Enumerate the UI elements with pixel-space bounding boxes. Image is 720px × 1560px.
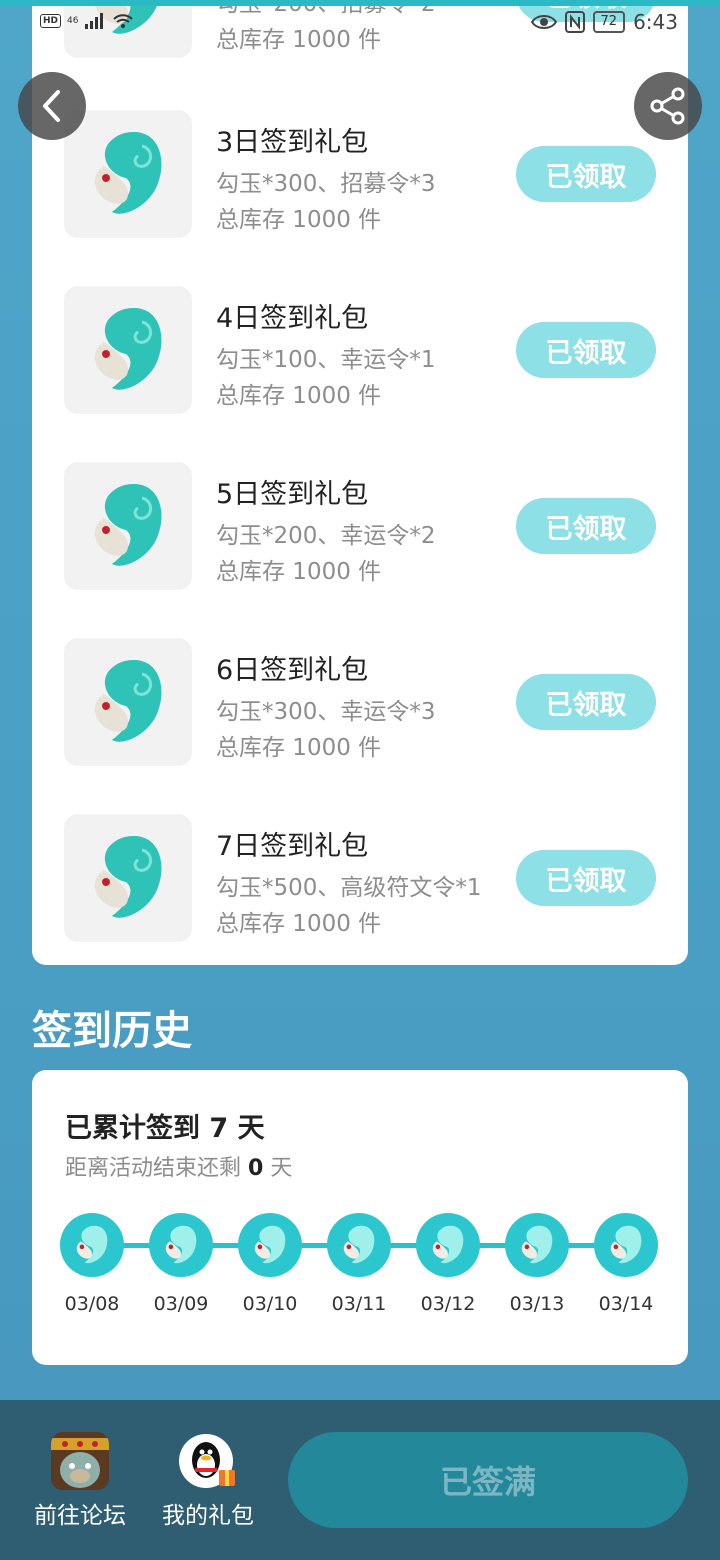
hd-badge: HD [40,14,62,28]
share-button[interactable] [634,72,702,140]
reward-stock: 总库存 1000 件 [216,735,382,761]
claimed-button[interactable]: 已领取 [516,322,656,378]
back-button[interactable] [18,72,86,140]
magatama-icon [64,286,192,414]
top-accent-strip [0,0,720,6]
section-title-history: 签到历史 [32,1008,192,1054]
reward-content: 勾玉*200、幸运令*2 [216,523,436,549]
reward-title: 5日签到礼包 [216,479,369,510]
reward-stock: 总库存 1000 件 [216,559,382,585]
timeline-day: 03/12 [416,1213,480,1315]
timeline-day: 03/14 [594,1213,658,1315]
clock: 6:43 [633,10,678,34]
remaining-days-text: 距离活动结束还剩 0 天 [65,1156,293,1181]
signed-coin-icon [327,1213,391,1277]
chevron-left-icon [43,90,60,122]
timeline-day: 03/11 [327,1213,391,1315]
magatama-icon [64,110,192,238]
reward-row-day6: 6日签到礼包 勾玉*300、幸运令*3 总库存 1000 件 已领取 [32,638,688,768]
share-icon [650,87,685,125]
timeline-day: 03/08 [60,1213,124,1315]
timeline-date: 03/08 [64,1293,120,1315]
signed-coin-icon [594,1213,658,1277]
timeline-day: 03/09 [149,1213,213,1315]
total-days: 7 [209,1113,229,1144]
wifi-icon [113,14,134,28]
claimed-button[interactable]: 已领取 [516,674,656,730]
claimed-button[interactable]: 已领取 [516,146,656,202]
timeline-date: 03/09 [153,1293,209,1315]
reward-title: 7日签到礼包 [216,831,369,862]
reward-list-card: 勾玉*200、招募令*2 总库存 1000 件 已领取 3日签到礼包 勾玉*30… [32,0,688,965]
timeline-date: 03/11 [331,1293,387,1315]
magatama-icon [64,462,192,590]
signed-coin-icon [149,1213,213,1277]
claimed-button[interactable]: 已领取 [516,850,656,906]
reward-stock: 总库存 1000 件 [216,207,382,233]
signal-icon [85,13,104,29]
reward-content: 勾玉*500、高级符文令*1 [216,875,482,901]
signed-coin-icon [505,1213,569,1277]
reward-row-day5: 5日签到礼包 勾玉*200、幸运令*2 总库存 1000 件 已领取 [32,462,688,592]
timeline-date: 03/12 [420,1293,476,1315]
eye-icon [530,15,557,29]
reward-row-day7: 7日签到礼包 勾玉*500、高级符文令*1 总库存 1000 件 已领取 [32,814,688,944]
signin-full-button[interactable]: 已签满 [288,1432,688,1528]
qq-penguin-icon [179,1432,237,1490]
reward-content: 勾玉*300、幸运令*3 [216,699,436,725]
claimed-button[interactable]: 已领取 [516,498,656,554]
battery-indicator: 72 [592,11,626,33]
reward-content: 勾玉*100、幸运令*1 [216,347,436,373]
my-gifts-link[interactable]: 我的礼包 [153,1432,263,1530]
game-app-icon [51,1432,109,1490]
reward-title: 3日签到礼包 [216,127,369,158]
timeline-date: 03/10 [242,1293,298,1315]
timeline-date: 03/14 [598,1293,654,1315]
magatama-icon [64,638,192,766]
reward-row-day3: 3日签到礼包 勾玉*300、招募令*3 总库存 1000 件 已领取 [32,110,688,240]
reward-row-day4: 4日签到礼包 勾玉*100、幸运令*1 总库存 1000 件 已领取 [32,286,688,416]
reward-stock: 总库存 1000 件 [216,911,382,937]
timeline-day: 03/10 [238,1213,302,1315]
nfc-icon [564,11,585,33]
signed-coin-icon [238,1213,302,1277]
forum-label: 前往论坛 [34,1503,126,1529]
history-card: 已累计签到 7 天 距离活动结束还剩 0 天 03/08 03/09 03/10… [32,1070,688,1365]
reward-title: 6日签到礼包 [216,655,369,686]
magatama-icon [64,814,192,942]
reward-stock: 总库存 1000 件 [216,383,382,409]
reward-content: 勾玉*300、招募令*3 [216,171,436,197]
my-gifts-label: 我的礼包 [162,1503,254,1529]
bottom-bar: 前往论坛 我的礼包 已签满 [0,1400,720,1560]
timeline-date: 03/13 [509,1293,565,1315]
status-bar: HD 46 72 6:43 [0,8,720,44]
signed-coin-icon [416,1213,480,1277]
signin-timeline: 03/08 03/09 03/10 03/11 03/12 03/13 03/1… [60,1213,660,1333]
forum-link[interactable]: 前往论坛 [25,1432,135,1530]
total-signin-text: 已累计签到 7 天 [65,1113,265,1144]
timeline-day: 03/13 [505,1213,569,1315]
signed-coin-icon [60,1213,124,1277]
remaining-days: 0 [248,1156,264,1181]
reward-title: 4日签到礼包 [216,303,369,334]
network-type: 46 [67,16,79,26]
